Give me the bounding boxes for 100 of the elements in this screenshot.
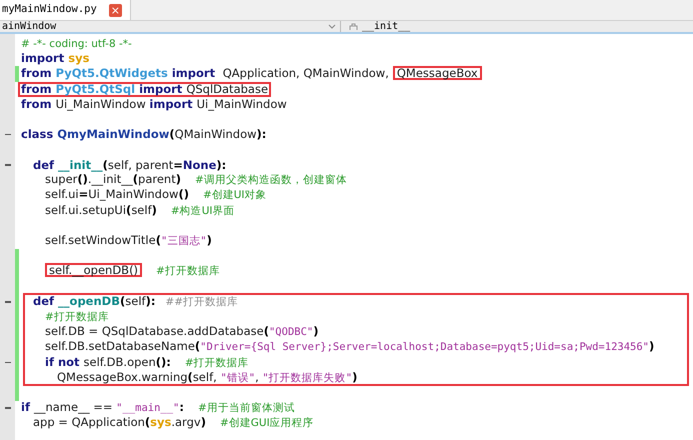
punctuation: ( bbox=[132, 172, 138, 186]
punctuation: () bbox=[178, 187, 189, 202]
comment: #打开数据库 bbox=[184, 356, 249, 369]
fold-marker-icon[interactable] bbox=[4, 301, 10, 303]
code-text: parent bbox=[138, 172, 176, 186]
code-text: self bbox=[131, 202, 152, 217]
comment: #构造UI界面 bbox=[170, 204, 234, 217]
punctuation: ): bbox=[146, 294, 156, 308]
string-literal: "错误" bbox=[220, 372, 256, 384]
punctuation: (): bbox=[156, 354, 171, 369]
code-text: Ui_MainWindow bbox=[56, 96, 147, 111]
file-tab[interactable]: myMainWindow.py × bbox=[0, 0, 131, 20]
code-text: self.ui bbox=[45, 187, 79, 202]
punctuation: () bbox=[77, 172, 88, 186]
comment: # -*- coding: utf-8 -*- bbox=[21, 38, 132, 50]
comment: #打开数据库 bbox=[45, 310, 109, 323]
combo-value: ainWindow bbox=[2, 20, 56, 34]
punctuation: = bbox=[173, 158, 183, 172]
code-text: QApplication, QMainWindow, bbox=[222, 66, 389, 80]
code-text: self bbox=[125, 294, 146, 308]
punctuation: ( bbox=[102, 158, 108, 172]
punctuation: ) bbox=[176, 172, 181, 186]
fold-marker-icon[interactable] bbox=[4, 164, 10, 166]
string-literal: "QODBC" bbox=[268, 326, 314, 338]
builtin-name: sys bbox=[68, 51, 90, 66]
comment: #创建UI对象 bbox=[202, 189, 267, 202]
code-text: QSqlDatabase bbox=[186, 82, 268, 96]
punctuation: ( bbox=[194, 339, 200, 354]
punctuation: ) bbox=[649, 339, 654, 354]
highlighted-code: QMessageBox bbox=[392, 66, 482, 80]
keyword: from bbox=[21, 82, 53, 96]
punctuation: ): bbox=[256, 127, 266, 142]
builtin-name: sys bbox=[150, 415, 172, 430]
punctuation: ) bbox=[206, 233, 212, 248]
punctuation: ): bbox=[216, 158, 226, 172]
chevron-down-icon bbox=[328, 24, 336, 29]
code-text: Ui_MainWindow bbox=[88, 187, 178, 202]
code-text: super bbox=[45, 172, 78, 186]
close-button[interactable]: × bbox=[108, 4, 122, 16]
keyword: class bbox=[21, 127, 54, 142]
punctuation: ) bbox=[313, 324, 319, 338]
code-text: .argv bbox=[171, 415, 201, 430]
code-text: .__init__ bbox=[88, 172, 133, 186]
method-icon bbox=[349, 22, 358, 31]
keyword: None bbox=[182, 158, 216, 172]
comment: #创建GUI应用程序 bbox=[220, 417, 314, 430]
comment: #打开数据库 bbox=[156, 265, 220, 278]
fold-marker-icon[interactable] bbox=[4, 362, 10, 364]
code-text: self.DB.setDatabaseName bbox=[45, 339, 195, 354]
string-literal: "打开数据库失败" bbox=[262, 372, 352, 384]
code-text: self.setWindowTitle bbox=[45, 233, 156, 248]
punctuation: ( bbox=[156, 233, 161, 248]
punctuation: ( bbox=[169, 127, 175, 142]
punctuation: : bbox=[179, 400, 184, 414]
punctuation: ( bbox=[188, 370, 193, 384]
punctuation: ) bbox=[200, 415, 206, 430]
module-name: PyQt5.QtWidgets bbox=[56, 66, 168, 80]
keyword: from bbox=[21, 96, 53, 111]
function-name: __init__ bbox=[58, 158, 103, 172]
code-text: , bbox=[255, 370, 260, 384]
combo-value: __init__ bbox=[362, 20, 410, 34]
code-text: QMainWindow bbox=[174, 127, 257, 142]
punctuation: ( bbox=[264, 324, 269, 338]
highlighted-code: self.__openDB() bbox=[45, 263, 142, 278]
code-text: self, bbox=[192, 370, 218, 384]
code-text: self.DB = QSqlDatabase.addDatabase bbox=[45, 324, 264, 338]
code-text: self, parent bbox=[108, 158, 174, 172]
code-text: self.DB.open bbox=[84, 354, 156, 369]
punctuation: ( bbox=[144, 415, 150, 430]
fold-marker-icon[interactable] bbox=[4, 134, 10, 136]
code-text: QMessageBox.warning bbox=[57, 370, 188, 384]
keyword: from bbox=[21, 66, 53, 80]
fold-marker-icon[interactable] bbox=[4, 407, 10, 409]
class-combo[interactable]: ainWindow bbox=[0, 21, 341, 32]
keyword: import bbox=[170, 66, 216, 80]
keyword: if bbox=[21, 400, 32, 414]
string-literal: "__main__" bbox=[116, 402, 180, 414]
method-combo[interactable]: __init__ bbox=[341, 21, 693, 32]
keyword: import bbox=[21, 51, 66, 66]
string-literal: "三国志" bbox=[160, 235, 207, 248]
keyword: def bbox=[33, 294, 56, 308]
string-literal: "Driver={Sql Server};Server=localhost;Database=pyqt5;Uid=sa;Pwd=123456" bbox=[200, 341, 650, 354]
comment: #调用父类构造函数，创建窗体 bbox=[194, 174, 347, 186]
function-name: __openDB bbox=[58, 294, 120, 308]
punctuation: ( bbox=[126, 202, 132, 217]
punctuation: ( bbox=[120, 294, 126, 308]
keyword: import bbox=[149, 96, 194, 111]
code-text: __name__ == bbox=[34, 400, 114, 414]
code-text: Ui_MainWindow bbox=[196, 96, 287, 111]
keyword: import bbox=[138, 82, 184, 96]
comment: ##打开数据库 bbox=[165, 296, 238, 308]
code-text: app = QApplication bbox=[33, 415, 145, 430]
module-name: PyQt5.QtSql bbox=[56, 82, 136, 96]
code-text: self.ui.setupUi bbox=[45, 202, 126, 217]
class-name: QmyMainWindow bbox=[57, 127, 170, 142]
comment: #用于当前窗体测试 bbox=[198, 402, 295, 414]
keyword: def bbox=[33, 158, 56, 172]
punctuation: ) bbox=[152, 202, 157, 217]
tab-title: myMainWindow.py bbox=[2, 2, 97, 18]
keyword: if not bbox=[45, 354, 81, 369]
